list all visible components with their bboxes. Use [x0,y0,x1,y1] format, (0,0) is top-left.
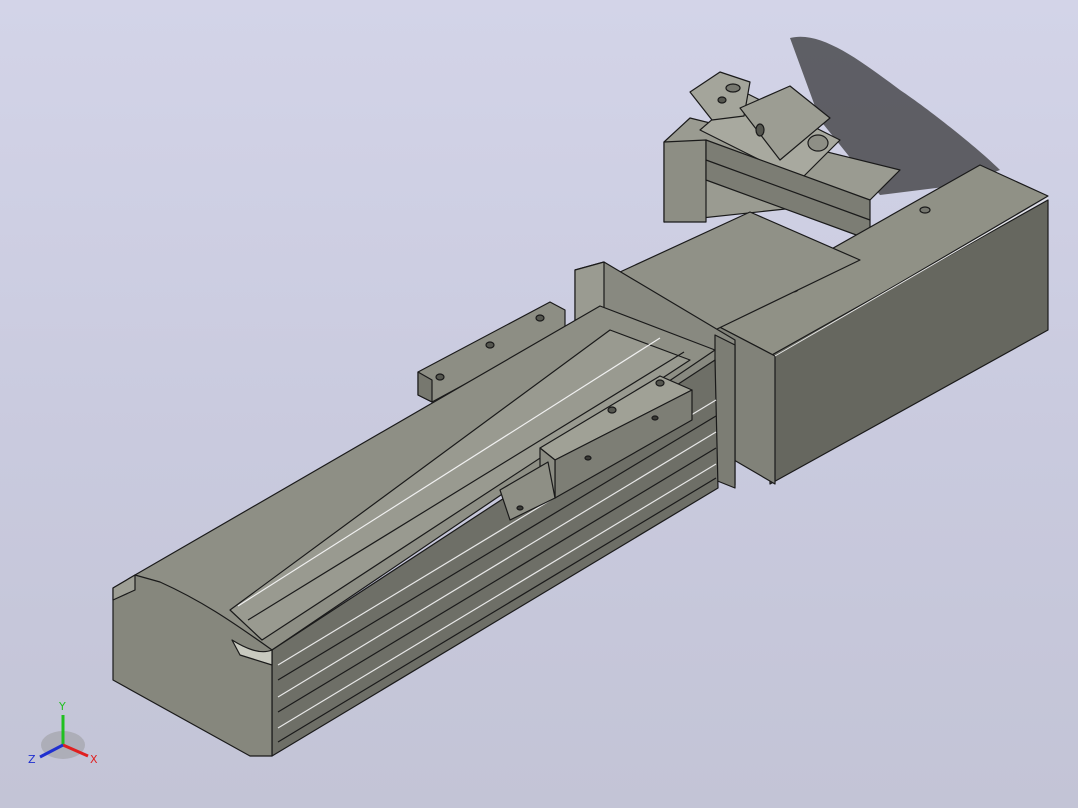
rail-body[interactable] [112,305,719,757]
motor-housing[interactable] [705,164,1049,485]
linear-actuator-model[interactable]: Y X Z [0,0,1078,808]
z-axis-label: Z [28,753,36,766]
graphics-viewport[interactable]: Y X Z [0,0,1078,808]
x-axis-label: X [90,753,98,766]
y-axis-label: Y [58,700,66,713]
orientation-triad[interactable]: Y X Z [28,700,98,766]
